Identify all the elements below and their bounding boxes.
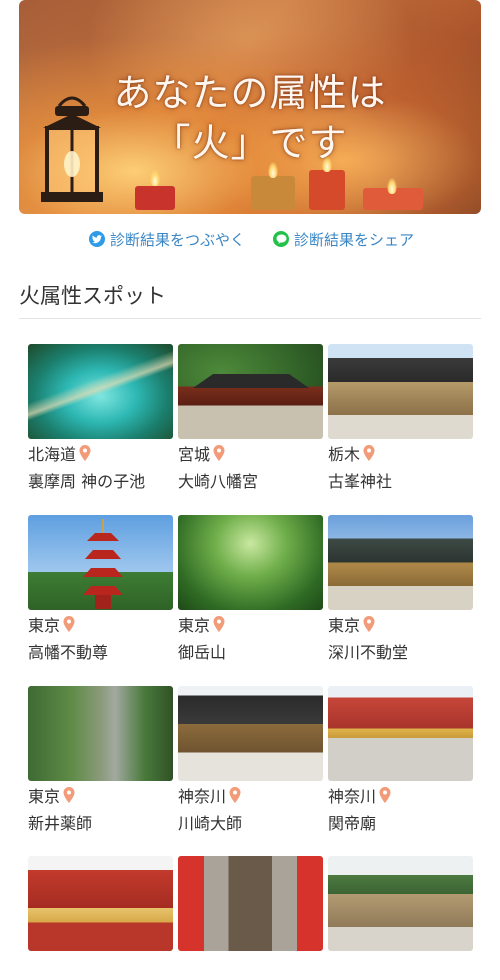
- spot-photo: [178, 344, 323, 439]
- spot-photo: [328, 344, 473, 439]
- spot-card[interactable]: 東京 新井薬師: [28, 686, 173, 834]
- map-pin-icon: [363, 445, 375, 461]
- spot-name: 深川不動堂: [328, 643, 409, 662]
- spot-location: [328, 954, 473, 976]
- spot-prefecture: 宮城: [178, 445, 211, 464]
- share-links: 診断結果をつぶやく 診断結果をシェア: [0, 228, 500, 250]
- spot-photo: [328, 686, 473, 781]
- result-title-line2: 「火」です: [152, 121, 348, 165]
- map-pin-icon: [79, 445, 91, 461]
- spot-location: [178, 954, 323, 976]
- spot-card[interactable]: 東京 高幡不動尊: [28, 515, 173, 663]
- spot-photo: [178, 686, 323, 781]
- spot-card[interactable]: 神奈川 関帝廟: [328, 686, 473, 834]
- map-pin-icon: [63, 616, 75, 632]
- spot-name: 川崎大師: [178, 814, 243, 833]
- spot-card[interactable]: 東京 御岳山: [178, 515, 323, 663]
- map-pin-icon: [213, 616, 225, 632]
- spot-location: 栃木: [328, 442, 473, 464]
- share-result-label: 診断結果をシェア: [294, 230, 415, 249]
- spot-location: 神奈川: [328, 784, 473, 806]
- spot-location: 東京: [28, 613, 173, 635]
- map-pin-icon: [379, 787, 391, 803]
- spot-prefecture: 栃木: [328, 445, 361, 464]
- map-pin-icon: [363, 616, 375, 632]
- tweet-result-label: 診断結果をつぶやく: [110, 230, 246, 249]
- spot-location: [28, 954, 173, 976]
- spot-location: 東京: [328, 613, 473, 635]
- spot-location: 東京: [28, 784, 173, 806]
- spot-location: 神奈川: [178, 784, 323, 806]
- spot-photo: [178, 856, 323, 951]
- map-pin-icon: [229, 787, 241, 803]
- spot-card[interactable]: 宮城 大崎八幡宮: [178, 344, 323, 492]
- flame-decoration: [150, 170, 160, 186]
- candle-decoration: [309, 170, 345, 210]
- spot-photo: [328, 515, 473, 610]
- tweet-result-link[interactable]: 診断結果をつぶやく: [89, 228, 245, 250]
- candle-decoration: [251, 176, 295, 210]
- spot-photo: [28, 344, 173, 439]
- spot-name: 大崎八幡宮: [178, 472, 259, 491]
- spot-name: 高幡不動尊: [28, 643, 109, 662]
- spot-location: 宮城: [178, 442, 323, 464]
- spot-prefecture: 東京: [28, 616, 61, 635]
- section-title: 火属性スポット: [19, 284, 166, 308]
- spot-prefecture: 東京: [178, 616, 211, 635]
- result-title-line1: あなたの属性は: [113, 71, 387, 115]
- line-app-icon: [273, 231, 289, 247]
- map-pin-icon: [213, 445, 225, 461]
- spot-location: 東京: [178, 613, 323, 635]
- spot-prefecture: 神奈川: [178, 787, 227, 806]
- spot-card[interactable]: [328, 856, 473, 980]
- spot-name: 裏摩周 神の子池: [28, 472, 146, 491]
- spot-name: 古峯神社: [328, 472, 393, 491]
- spot-location: 北海道: [28, 442, 173, 464]
- spot-photo: [28, 515, 173, 610]
- spot-name: 関帝廟: [328, 814, 377, 833]
- spot-photo: [28, 856, 173, 951]
- spot-name: 新井薬師: [28, 814, 93, 833]
- flame-decoration: [387, 178, 397, 194]
- map-pin-icon: [63, 787, 75, 803]
- result-hero-image: あなたの属性は 「火」です: [19, 0, 481, 214]
- spot-card[interactable]: [28, 856, 173, 980]
- spot-photo: [178, 515, 323, 610]
- spot-card[interactable]: 北海道 裏摩周 神の子池: [28, 344, 173, 492]
- spot-card[interactable]: 東京 深川不動堂: [328, 515, 473, 663]
- spot-name: 御岳山: [178, 643, 227, 662]
- spot-prefecture: 東京: [28, 787, 61, 806]
- section-divider: [19, 318, 481, 319]
- spot-prefecture: 北海道: [28, 445, 77, 464]
- spot-card[interactable]: 神奈川 川崎大師: [178, 686, 323, 834]
- spot-photo: [328, 856, 473, 951]
- candle-decoration: [135, 186, 175, 210]
- share-result-line-link[interactable]: 診断結果をシェア: [273, 228, 414, 250]
- spot-card[interactable]: 栃木 古峯神社: [328, 344, 473, 492]
- spot-prefecture: 神奈川: [328, 787, 377, 806]
- spot-photo: [28, 686, 173, 781]
- spot-prefecture: 東京: [328, 616, 361, 635]
- twitter-icon: [89, 231, 105, 247]
- spot-card[interactable]: [178, 856, 323, 980]
